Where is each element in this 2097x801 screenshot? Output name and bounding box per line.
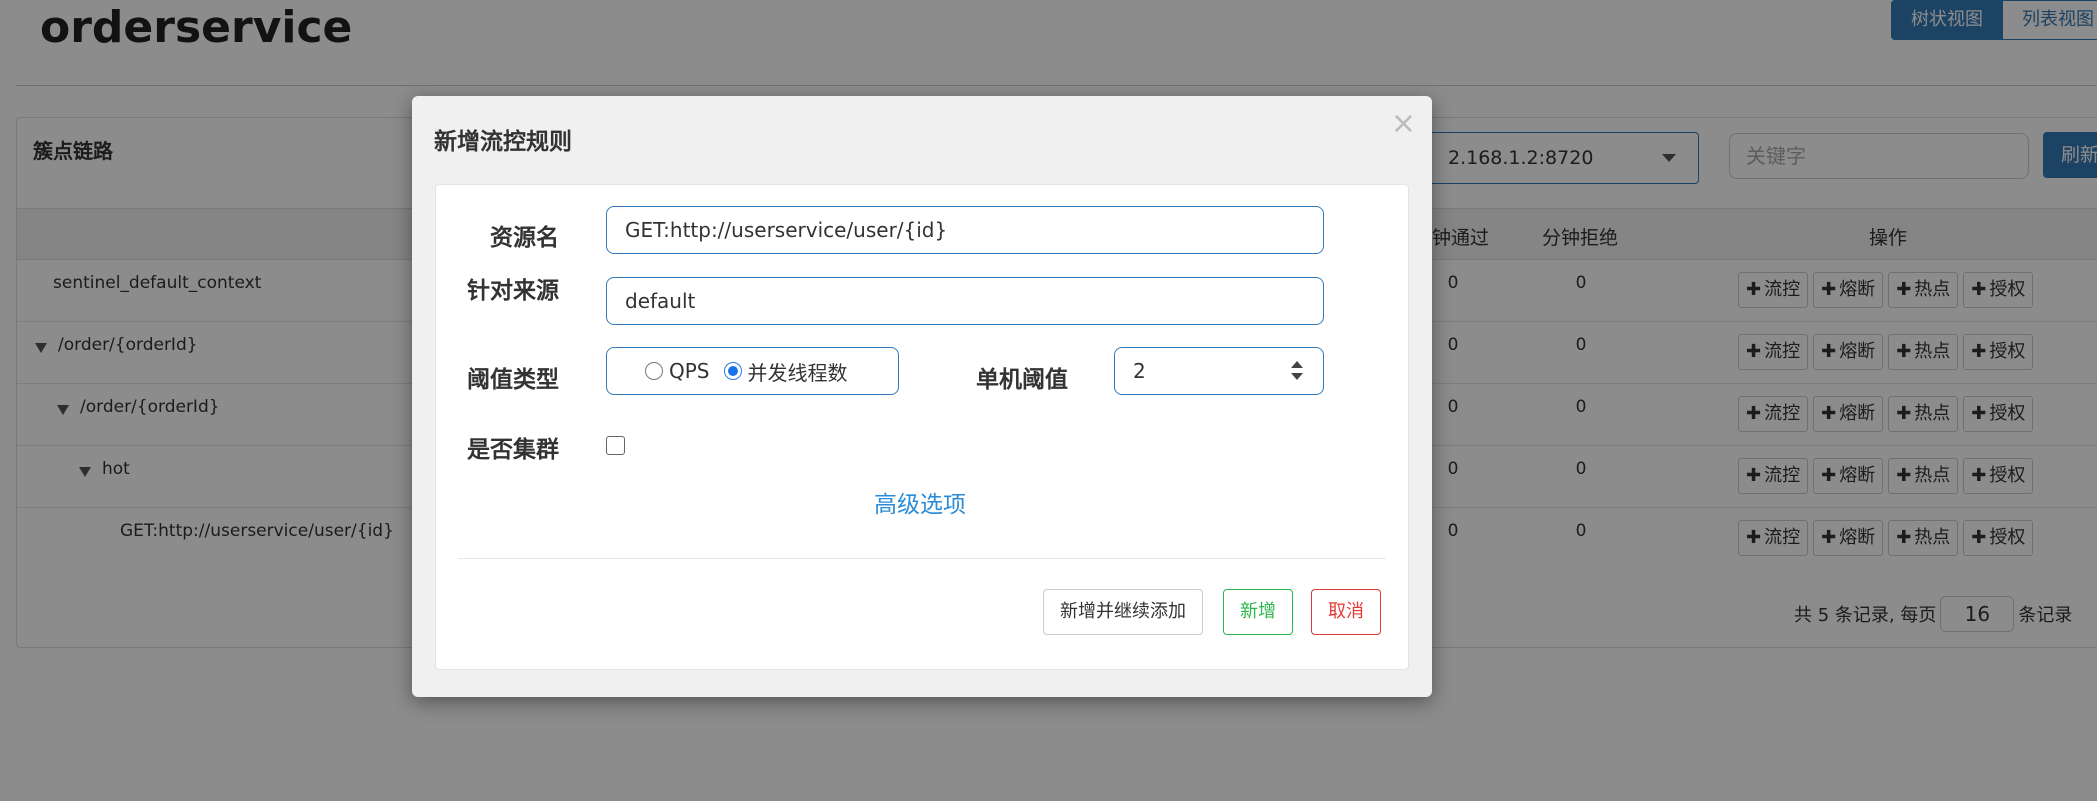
add-button[interactable]: 新增	[1223, 589, 1293, 635]
dialog-form: 资源名 针对来源 阈值类型 QPS 并发线程数 单机阈值 2 是否集群 高级选项…	[435, 184, 1409, 670]
radio-qps[interactable]	[645, 362, 663, 380]
resource-name-input[interactable]	[606, 206, 1324, 254]
cluster-checkbox[interactable]	[606, 436, 625, 455]
add-flow-rule-dialog: 新增流控规则 × 资源名 针对来源 阈值类型 QPS 并发线程数 单机阈值 2 …	[412, 96, 1432, 697]
advanced-options-link[interactable]: 高级选项	[874, 485, 966, 519]
origin-label: 针对来源	[467, 278, 559, 304]
single-threshold-value: 2	[1133, 359, 1146, 383]
radio-concurrent-threads-label: 并发线程数	[747, 360, 848, 385]
radio-concurrent-threads[interactable]	[723, 362, 742, 380]
cluster-label: 是否集群	[467, 437, 559, 463]
threshold-type-radio-group: QPS 并发线程数	[606, 347, 899, 395]
footer-divider	[458, 558, 1386, 559]
add-and-continue-button[interactable]: 新增并继续添加	[1043, 589, 1203, 635]
single-threshold-stepper[interactable]: 2	[1114, 347, 1324, 395]
single-threshold-label: 单机阈值	[976, 367, 1068, 393]
dialog-title: 新增流控规则	[434, 129, 572, 155]
resource-name-label: 资源名	[490, 225, 559, 251]
threshold-type-label: 阈值类型	[467, 367, 559, 393]
radio-qps-label: QPS	[669, 359, 710, 383]
close-icon[interactable]: ×	[1391, 104, 1416, 144]
cancel-button[interactable]: 取消	[1311, 589, 1381, 635]
spin-up-icon[interactable]	[1291, 361, 1303, 368]
origin-input[interactable]	[606, 277, 1324, 325]
spin-down-icon[interactable]	[1291, 373, 1303, 380]
